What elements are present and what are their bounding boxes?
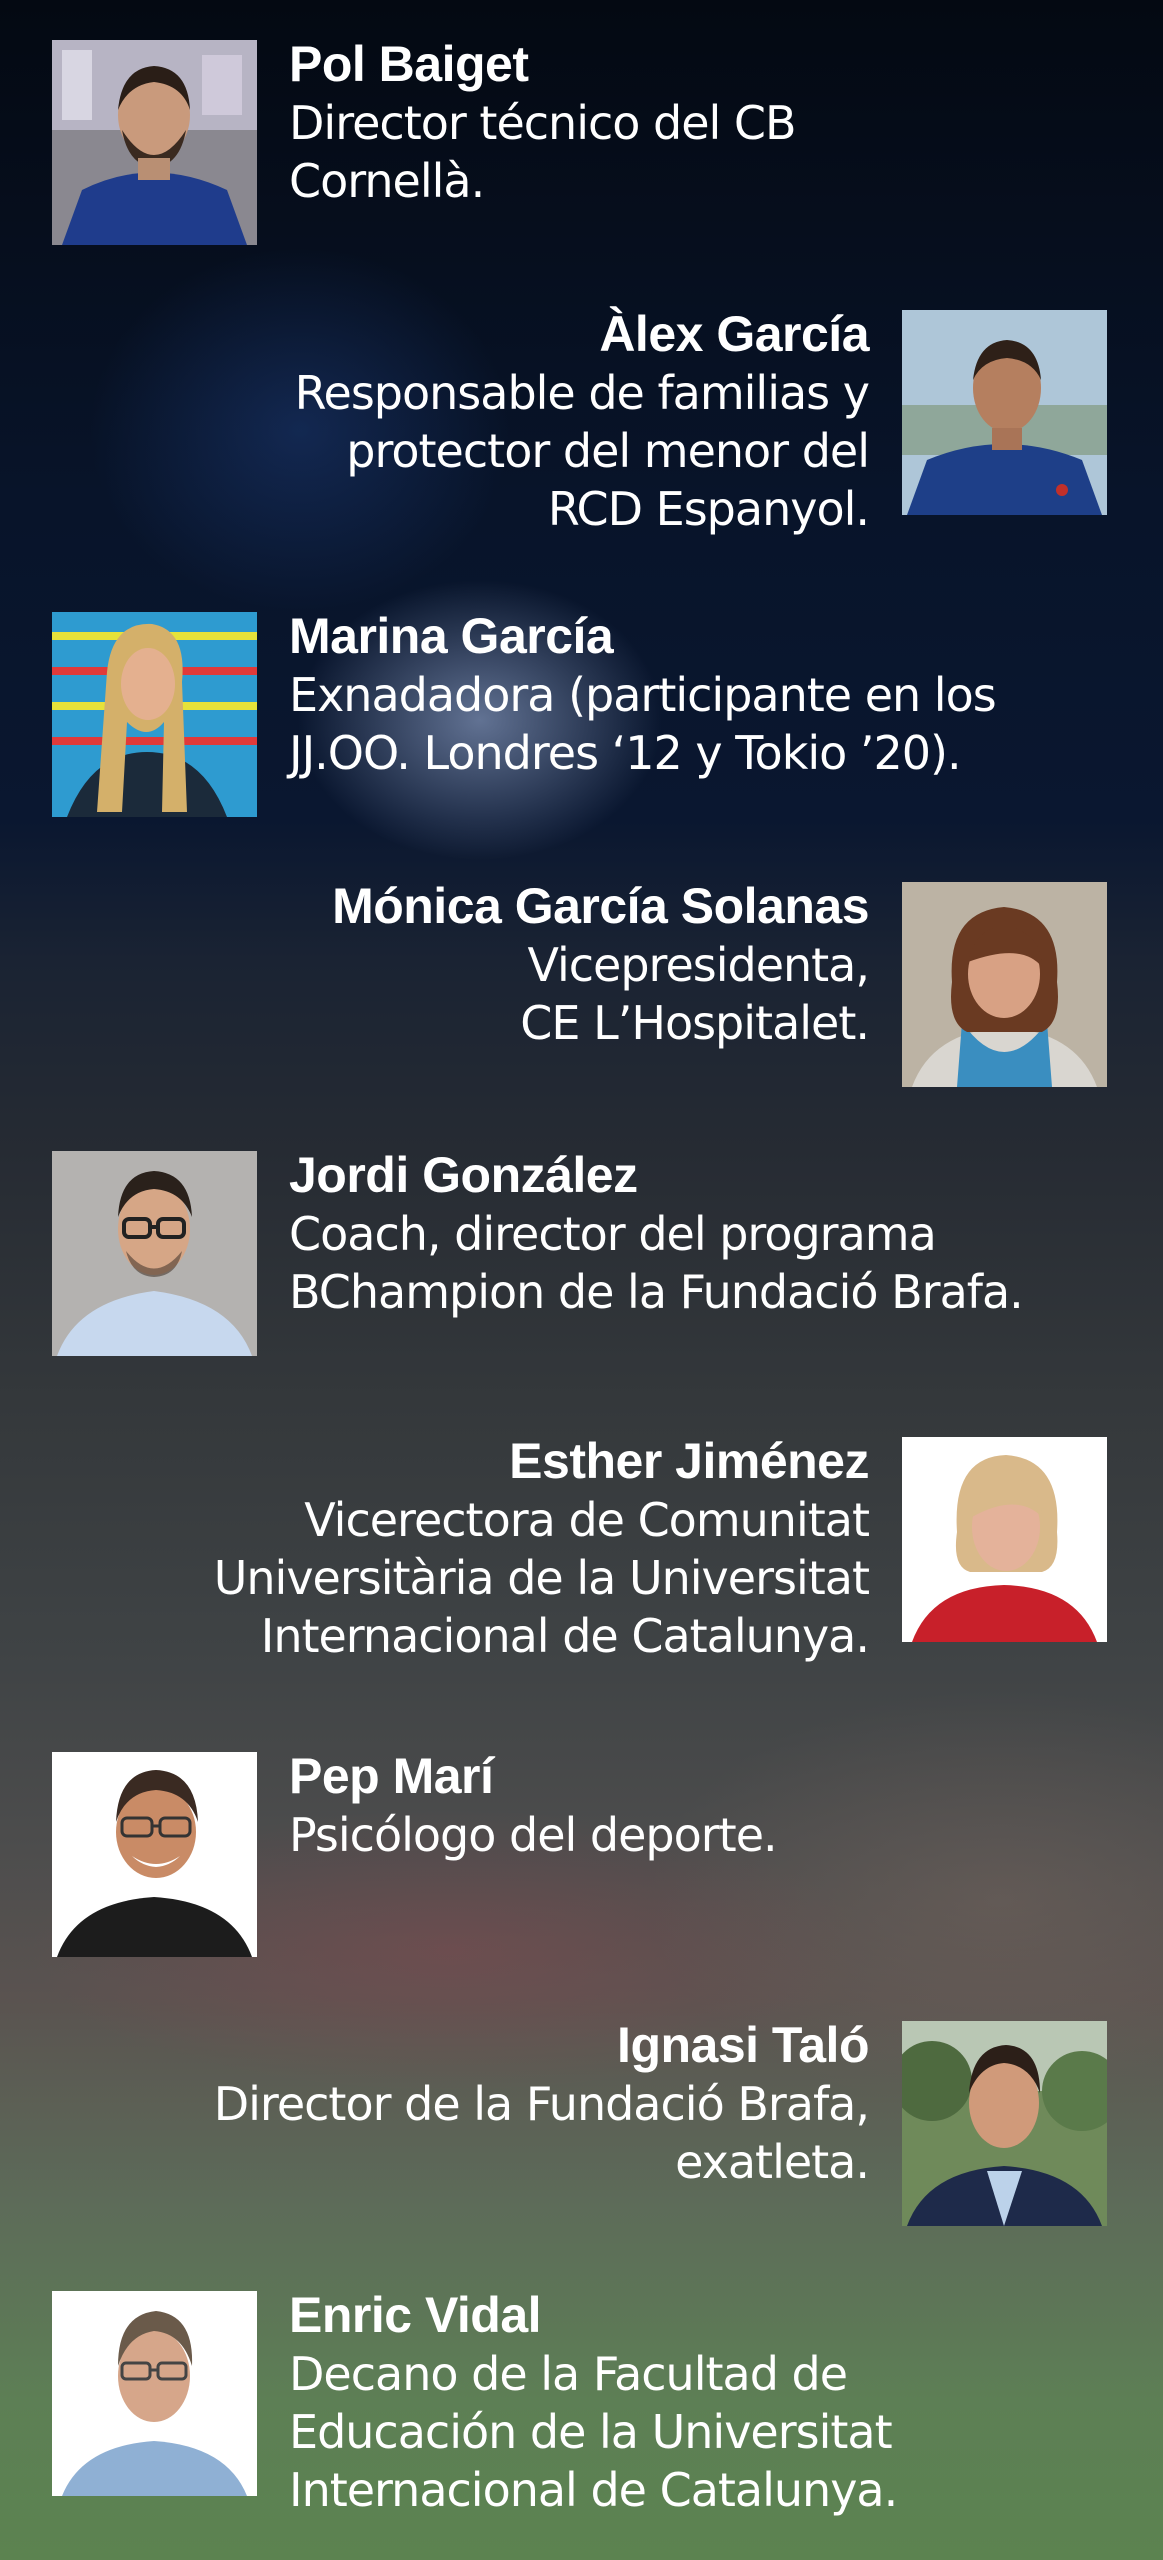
speaker-role: Vicepresidenta, CE L’Hospitalet. — [520, 938, 870, 1050]
speaker-role: Exnadadora (participante en los JJ.OO. L… — [289, 668, 997, 780]
speaker-role: Coach, director del programa BChampion d… — [289, 1207, 1024, 1319]
speaker-text: Enric Vidal Decano de la Facultad de Edu… — [289, 2285, 1139, 2519]
speaker-role: Vicerectora de Comunitat Universitària d… — [213, 1493, 870, 1663]
speaker-photo — [902, 882, 1107, 1087]
speaker-name: Marina García — [289, 608, 614, 664]
speaker-role: Director técnico del CB Cornellà. — [289, 96, 797, 208]
speaker-photo — [902, 2021, 1107, 2226]
speaker-text: Ignasi Taló Director de la Fundació Braf… — [49, 2015, 870, 2191]
speaker-photo — [52, 612, 257, 817]
speaker-photo — [52, 1151, 257, 1356]
speaker-name: Jordi González — [289, 1147, 638, 1203]
speaker-photo — [52, 2291, 257, 2496]
speaker-role: Decano de la Facultad de Educación de la… — [289, 2347, 898, 2517]
speaker-name: Mónica García Solanas — [332, 878, 869, 934]
speaker-text: Marina García Exnadadora (participante e… — [289, 606, 1139, 782]
speaker-photo — [52, 40, 257, 245]
speaker-name: Àlex García — [599, 306, 869, 362]
speaker-role: Director de la Fundació Brafa, exatleta. — [213, 2077, 870, 2189]
speaker-name: Pol Baiget — [289, 36, 529, 92]
speaker-name: Esther Jiménez — [509, 1433, 869, 1489]
speaker-text: Àlex García Responsable de familias y pr… — [49, 304, 870, 538]
speaker-role: Responsable de familias y protector del … — [294, 366, 870, 536]
speaker-name: Pep Marí — [289, 1748, 494, 1804]
speaker-name: Ignasi Taló — [617, 2017, 869, 2073]
speaker-photo — [902, 310, 1107, 515]
speaker-role: Psicólogo del deporte. — [289, 1808, 778, 1862]
speaker-text: Jordi González Coach, director del progr… — [289, 1145, 1139, 1321]
speaker-text: Pep Marí Psicólogo del deporte. — [289, 1746, 1139, 1864]
speaker-text: Esther Jiménez Vicerectora de Comunitat … — [49, 1431, 870, 1665]
speaker-text: Mónica García Solanas Vicepresidenta, CE… — [49, 876, 870, 1052]
speaker-photo — [52, 1752, 257, 1957]
speaker-text: Pol Baiget Director técnico del CB Corne… — [289, 34, 1139, 210]
speaker-name: Enric Vidal — [289, 2287, 542, 2343]
speaker-photo — [902, 1437, 1107, 1642]
